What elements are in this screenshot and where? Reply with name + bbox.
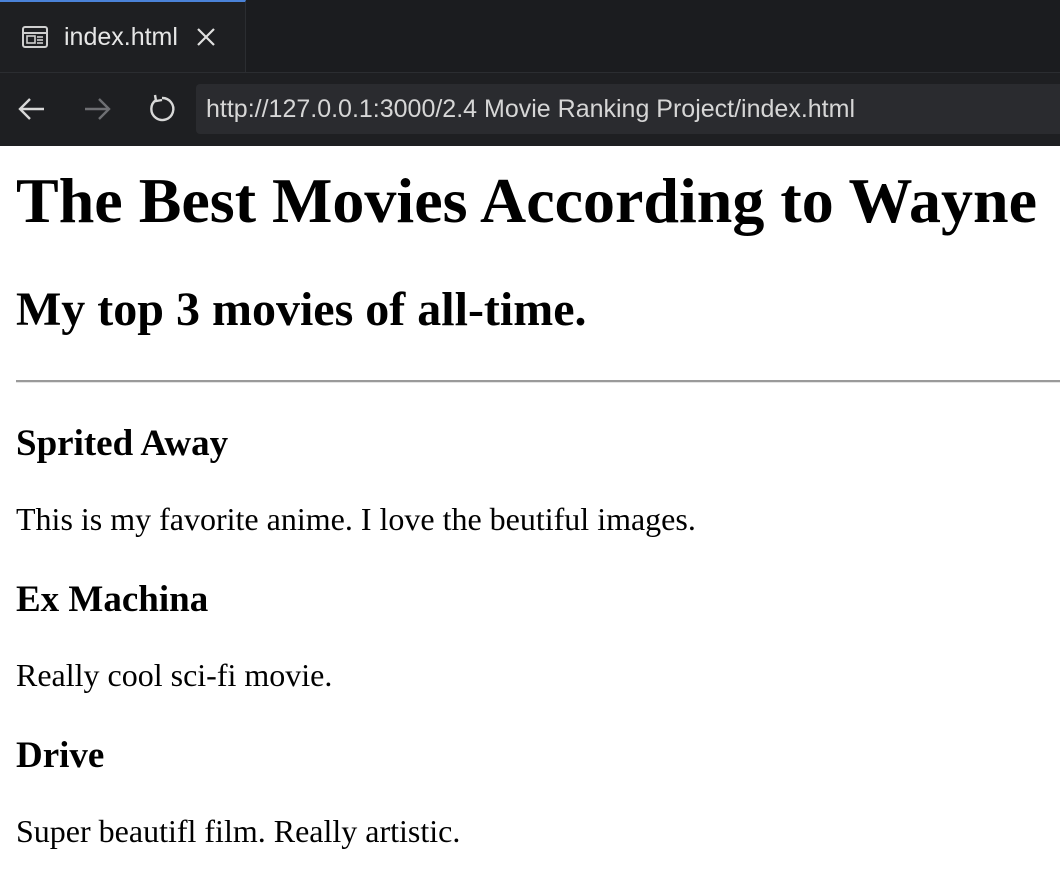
url-text[interactable]: http://127.0.0.1:3000/2.4 Movie Ranking … bbox=[206, 95, 855, 124]
tab-index-html[interactable]: index.html bbox=[0, 0, 246, 72]
movie-title-2: Ex Machina bbox=[16, 579, 209, 620]
page-subtitle: My top 3 movies of all-time. bbox=[16, 283, 587, 336]
tab-title: index.html bbox=[64, 22, 178, 51]
close-icon[interactable] bbox=[196, 27, 216, 47]
movie-title-1: Sprited Away bbox=[16, 423, 229, 464]
movie-description-3: Super beautifl film. Really artistic. bbox=[16, 813, 461, 849]
reload-icon[interactable] bbox=[146, 93, 178, 125]
preview-icon bbox=[22, 26, 48, 48]
back-arrow-icon[interactable] bbox=[16, 93, 48, 125]
forward-arrow-icon[interactable] bbox=[81, 93, 113, 125]
browser-chrome: index.html http://127.0.0.1:3000/2.4 Mov… bbox=[0, 0, 1060, 146]
address-bar[interactable]: http://127.0.0.1:3000/2.4 Movie Ranking … bbox=[196, 84, 1060, 134]
movie-description-1: This is my favorite anime. I love the be… bbox=[16, 501, 696, 537]
page-title: The Best Movies According to Wayne bbox=[16, 165, 1037, 236]
navigation-bar: http://127.0.0.1:3000/2.4 Movie Ranking … bbox=[0, 73, 1060, 146]
movie-title-3: Drive bbox=[16, 735, 105, 776]
movie-description-2: Really cool sci-fi movie. bbox=[16, 657, 333, 693]
page-content: The Best Movies According to Wayne My to… bbox=[0, 164, 1060, 851]
divider bbox=[16, 380, 1060, 383]
tab-bar: index.html bbox=[0, 0, 1060, 73]
